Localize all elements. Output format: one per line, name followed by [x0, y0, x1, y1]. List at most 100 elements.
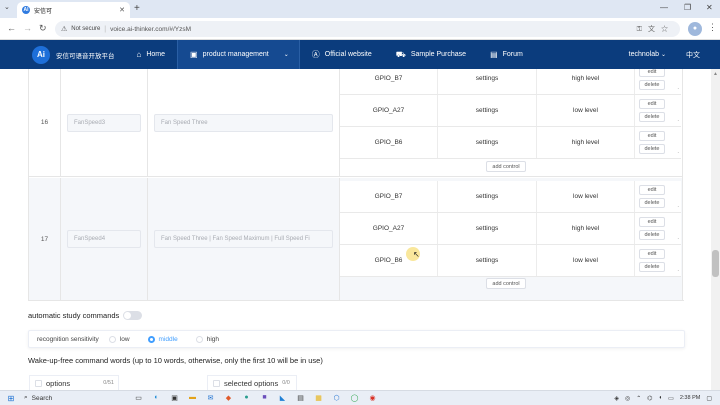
command-table: 16 FanSpeed3 Fan Speed Three GPIO_B7 set…	[28, 69, 683, 300]
not-secure-label: Not secure	[71, 26, 101, 32]
selected-list-header: selected options 0/0	[207, 375, 297, 390]
table-row: 16 FanSpeed3 Fan Speed Three GPIO_B7 set…	[29, 69, 682, 177]
delete-button[interactable]: delete	[639, 198, 665, 208]
mail-icon[interactable]: ✉	[206, 394, 215, 402]
reload-icon[interactable]: ↻	[39, 23, 47, 34]
scroll-up-icon[interactable]: ▲	[713, 71, 718, 77]
edit-button[interactable]: edit	[639, 249, 665, 259]
app-icon[interactable]: ■	[260, 394, 269, 402]
delete-button[interactable]: delete	[639, 262, 665, 272]
table-row: 17 FanSpeed4 Fan Speed Three | Fan Speed…	[29, 178, 682, 300]
tray-app-icon[interactable]: ◎	[625, 395, 630, 402]
task-view-icon[interactable]: ▭	[134, 394, 143, 402]
brand-name[interactable]: 安信可语音开放平台	[56, 50, 115, 60]
store-icon[interactable]: ▣	[170, 394, 179, 402]
select-all-selected-checkbox[interactable]	[213, 379, 220, 387]
profile-icon[interactable]: ●	[688, 22, 702, 36]
user-menu[interactable]: technolab ⌄	[629, 51, 666, 58]
new-tab-icon[interactable]: +	[134, 3, 140, 14]
windows-taskbar: ⊞ ⌕ Search ▭ ◐ ▣ ▬ ✉ ◆ ● ■ ◣ ▤ ▦ ⬡ ◯ ◉ ◈…	[0, 390, 720, 405]
notifications-icon[interactable]: ▢	[706, 395, 712, 402]
chevron-down-icon: ⌄	[283, 52, 289, 58]
nav-forum[interactable]: ▤ Forum	[478, 40, 535, 69]
volume-icon[interactable]: ◖	[659, 395, 663, 401]
edit-button[interactable]: edit	[639, 69, 665, 77]
select-all-options-checkbox[interactable]	[35, 379, 42, 387]
add-control-button[interactable]: add control	[486, 161, 526, 172]
scrollbar-thumb[interactable]	[712, 250, 719, 277]
explorer-icon[interactable]: ▬	[188, 394, 197, 402]
command-phrase-input[interactable]: Fan Speed Three	[154, 113, 333, 132]
site-navbar: Ai 安信可语音开放平台 ⌂ Home ▣ product management…	[0, 40, 720, 69]
command-name-input[interactable]: FanSpeed3	[67, 113, 141, 132]
control-item: GPIO_A27 settings high level edit delete.	[340, 213, 681, 245]
controls-cell: GPIO_B7 settings low level edit delete. G…	[340, 178, 682, 300]
omnibox[interactable]: ⚠ Not secure | voice.ai-thinker.com/#/Yz…	[55, 21, 680, 37]
delete-button[interactable]: delete	[639, 230, 665, 240]
chevron-up-icon[interactable]: ⌃	[636, 395, 641, 402]
add-control-button[interactable]: add control	[486, 278, 526, 289]
windows-start-icon[interactable]: ⊞	[4, 394, 18, 403]
edit-button[interactable]: edit	[639, 217, 665, 227]
home-icon: ⌂	[136, 50, 142, 59]
edit-button[interactable]: edit	[639, 131, 665, 141]
delete-button[interactable]: delete	[639, 144, 665, 154]
maximize-icon[interactable]: ❐	[684, 3, 691, 12]
logo-icon[interactable]: Ai	[32, 45, 50, 64]
edit-button[interactable]: edit	[639, 99, 665, 109]
chrome-icon[interactable]: ◉	[368, 394, 377, 402]
network-icon[interactable]: ⌬	[647, 395, 652, 402]
app-icon[interactable]: ●	[242, 394, 251, 402]
chevron-down-icon: ⌄	[660, 52, 666, 58]
nav-official-website[interactable]: Ⓐ Official website	[300, 40, 384, 69]
menu-kebab-icon[interactable]: ⋮	[708, 22, 717, 33]
forward-icon[interactable]: →	[23, 23, 32, 33]
edit-button[interactable]: edit	[639, 185, 665, 195]
nav-product-management[interactable]: ▣ product management ⌄	[177, 40, 300, 69]
delete-button[interactable]: delete	[639, 80, 665, 90]
control-item: GPIO_B7 settings high level edit delete.	[340, 69, 681, 95]
ai-icon: Ⓐ	[311, 50, 320, 59]
whatsapp-icon[interactable]: ◯	[350, 394, 359, 402]
radio-middle[interactable]: middle	[147, 335, 178, 343]
omnibox-actions-icon[interactable]: ⚿文☆	[637, 24, 674, 34]
radio-high[interactable]: high	[195, 335, 219, 343]
study-commands-label: automatic study commands	[28, 311, 120, 320]
row-id: 17	[29, 178, 61, 300]
browser-tab[interactable]: AI 安信可 ✕	[17, 2, 130, 18]
control-item: GPIO_B6 settings low level edit delete.	[340, 245, 681, 277]
browser-tab-bar: ⌄ AI 安信可 ✕ + — ❐ ✕	[0, 0, 720, 18]
minimize-icon[interactable]: —	[660, 3, 668, 12]
tab-title: 安信可	[34, 8, 53, 15]
close-tab-icon[interactable]: ✕	[119, 6, 125, 14]
row-id: 16	[29, 69, 61, 176]
taskbar-search[interactable]: ⌕ Search	[24, 393, 128, 404]
tray-app-icon[interactable]: ◈	[614, 395, 619, 402]
control-item: GPIO_B6 settings high level edit delete.	[340, 127, 681, 159]
control-item: GPIO_B7 settings low level edit delete.	[340, 181, 681, 213]
app-icon[interactable]: ▦	[314, 394, 323, 402]
app-icon[interactable]: ◆	[224, 394, 233, 402]
battery-icon[interactable]: ▭	[668, 395, 674, 402]
favicon-icon: AI	[22, 6, 30, 14]
delete-button[interactable]: delete	[639, 112, 665, 122]
nav-home[interactable]: ⌂ Home	[125, 40, 178, 69]
app-icon[interactable]: ⬡	[332, 394, 341, 402]
edge-icon[interactable]: ◐	[152, 394, 161, 402]
page-scrollbar[interactable]	[711, 69, 720, 390]
study-toggle[interactable]	[123, 311, 143, 320]
url-text[interactable]: voice.ai-thinker.com/#/YzsM	[110, 26, 633, 33]
address-bar: ← → ↻ ⚠ Not secure | voice.ai-thinker.co…	[0, 18, 720, 40]
language-switch[interactable]: 中文	[686, 50, 700, 60]
vscode-icon[interactable]: ◣	[278, 394, 287, 402]
close-window-icon[interactable]: ✕	[706, 3, 713, 12]
command-name-input[interactable]: FanSpeed4	[67, 230, 141, 248]
clock[interactable]: 2:38 PM	[680, 395, 700, 401]
nav-sample-purchase[interactable]: ⛟ Sample Purchase	[384, 40, 478, 69]
back-icon[interactable]: ←	[7, 23, 16, 33]
tab-list-icon[interactable]: ⌄	[4, 3, 10, 11]
cart-icon: ⛟	[395, 49, 406, 59]
radio-low[interactable]: low	[108, 335, 130, 343]
app-icon[interactable]: ▤	[296, 394, 305, 402]
command-phrase-input[interactable]: Fan Speed Three | Fan Speed Maximum | Fu…	[154, 230, 333, 248]
